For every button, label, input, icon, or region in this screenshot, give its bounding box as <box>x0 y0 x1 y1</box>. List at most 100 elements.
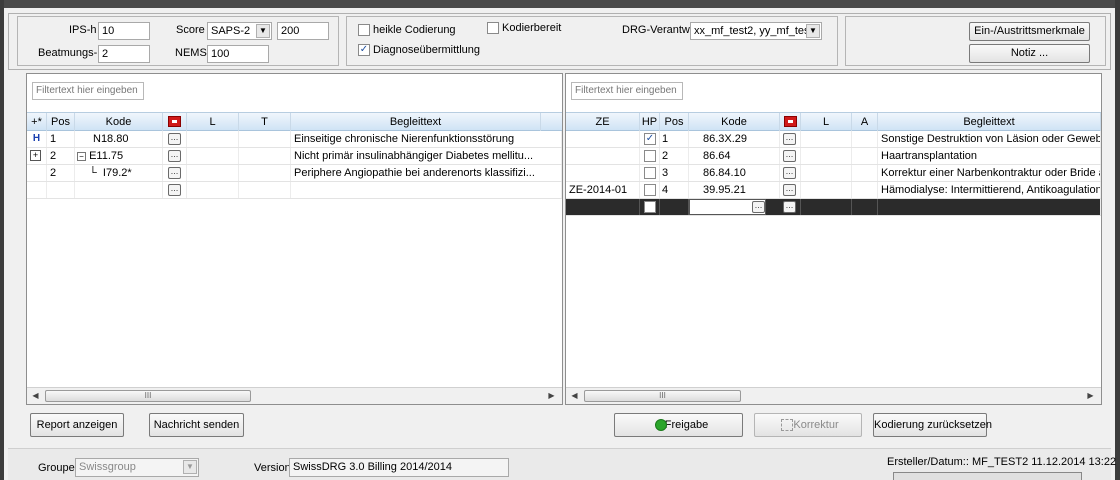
row-l[interactable] <box>187 148 239 164</box>
scroll-right-icon[interactable]: ▶ <box>543 388 560 404</box>
more-icon[interactable]: … <box>783 167 796 179</box>
table-row[interactable]: 2 86.64 … Haartransplantation <box>566 148 1101 165</box>
row-a[interactable] <box>852 131 878 147</box>
report-button[interactable]: Report anzeigen <box>30 413 124 437</box>
row-hp-cell <box>640 199 660 215</box>
scroll-left-icon[interactable]: ◀ <box>566 388 583 404</box>
diagnoses-grid: Filtertext hier eingeben +* Pos Kode L T… <box>26 73 563 405</box>
austrittsmerkmale-button[interactable]: Ein-/Austrittsmerkmale <box>969 22 1090 41</box>
table-row-new-selected[interactable]: … … <box>566 199 1101 216</box>
row-l[interactable] <box>801 131 852 147</box>
right-grid-header: ZE HP Pos Kode L A Begleittext <box>566 112 1101 131</box>
col-l[interactable]: L <box>801 113 852 131</box>
table-row[interactable]: ZE-2014-01 4 39.95.21 … Hämodialyse: Int… <box>566 182 1101 199</box>
row-t[interactable] <box>239 182 291 198</box>
window-frame-left <box>0 0 4 480</box>
row-ze[interactable] <box>566 199 640 215</box>
more-icon[interactable]: … <box>783 184 796 196</box>
scroll-left-icon[interactable]: ◀ <box>27 388 44 404</box>
col-pos[interactable]: Pos <box>47 113 75 131</box>
right-horizontal-scrollbar[interactable]: ◀ III ▶ <box>566 387 1101 404</box>
score-value-input[interactable]: 200 <box>277 22 329 40</box>
row-hp-cell <box>640 165 660 181</box>
drg-select[interactable]: xx_mf_test2, yy_mf_test2 ▼ <box>690 22 822 40</box>
more-icon[interactable]: … <box>168 133 181 145</box>
more-icon[interactable]: … <box>168 167 181 179</box>
row-t[interactable] <box>239 165 291 181</box>
more-icon[interactable]: … <box>783 201 796 213</box>
row-l[interactable] <box>801 199 852 215</box>
row-begleittext[interactable] <box>878 199 1101 215</box>
nachricht-button[interactable]: Nachricht senden <box>149 413 244 437</box>
korrektur-label: Korrektur <box>793 419 839 431</box>
left-horizontal-scrollbar[interactable]: ◀ III ▶ <box>27 387 562 404</box>
table-row[interactable]: ✓ 1 86.3X.29 … Sonstige Destruktion von … <box>566 131 1101 148</box>
row-l[interactable] <box>801 165 852 181</box>
row-l[interactable] <box>187 182 239 198</box>
row-l[interactable] <box>187 131 239 147</box>
kode-edit-input[interactable]: … <box>689 199 766 215</box>
col-kode[interactable]: Kode <box>75 113 163 131</box>
row-l[interactable] <box>187 165 239 181</box>
row-begleittext: Korrektur einer Narbenkontraktur oder Br… <box>878 165 1101 181</box>
expand-icon[interactable]: + <box>30 150 41 161</box>
scroll-thumb[interactable]: III <box>45 390 251 402</box>
hp-checkbox[interactable] <box>644 167 656 179</box>
nems-input[interactable]: 100 <box>207 45 269 63</box>
left-filter-input[interactable]: Filtertext hier eingeben <box>32 82 144 100</box>
more-icon[interactable]: … <box>168 184 181 196</box>
freigabe-button[interactable]: Freigabe <box>614 413 743 437</box>
chevron-down-icon[interactable]: ▼ <box>806 24 820 38</box>
notiz-button[interactable]: Notiz ... <box>969 44 1090 63</box>
table-row[interactable]: 3 86.84.10 … Korrektur einer Narbenkontr… <box>566 165 1101 182</box>
more-icon[interactable]: … <box>783 133 796 145</box>
col-pos[interactable]: Pos <box>660 113 689 131</box>
col-l[interactable]: L <box>187 113 239 131</box>
col-kode[interactable]: Kode <box>689 113 780 131</box>
row-t[interactable] <box>239 148 291 164</box>
row-l[interactable] <box>801 182 852 198</box>
hp-checkbox[interactable] <box>644 150 656 162</box>
col-icon[interactable] <box>163 113 187 131</box>
col-hp[interactable]: HP <box>640 113 660 131</box>
scroll-right-icon[interactable]: ▶ <box>1082 388 1099 404</box>
chevron-down-icon[interactable]: ▼ <box>256 24 270 38</box>
col-begleittext[interactable]: Begleittext <box>291 113 541 131</box>
row-a[interactable] <box>852 165 878 181</box>
table-row[interactable]: H 1 N18.80 … Einseitige chronische Niere… <box>27 131 562 148</box>
row-kode[interactable] <box>75 182 163 198</box>
col-marker[interactable]: +* <box>27 113 47 131</box>
more-icon[interactable]: … <box>752 201 765 213</box>
more-icon[interactable]: … <box>783 150 796 162</box>
right-filter-input[interactable]: Filtertext hier eingeben <box>571 82 683 100</box>
ips-input[interactable]: 10 <box>98 22 150 40</box>
row-a[interactable] <box>852 148 878 164</box>
row-a[interactable] <box>852 199 878 215</box>
diagnose-checkbox[interactable]: ✓ <box>358 44 370 56</box>
col-begleittext[interactable]: Begleittext <box>878 113 1101 131</box>
table-row-new[interactable]: … <box>27 182 562 199</box>
table-row[interactable]: 2 └ I79.2* … Periphere Angiopathie bei a… <box>27 165 562 182</box>
beatmungs-input[interactable]: 2 <box>98 45 150 63</box>
zuruecksetzen-button[interactable]: Kodierung zurücksetzen <box>873 413 992 437</box>
hp-checkbox[interactable] <box>644 184 656 196</box>
table-row[interactable]: + 2 − E11.75 … Nicht primär insulinabhän… <box>27 148 562 165</box>
row-t[interactable] <box>239 131 291 147</box>
row-l[interactable] <box>801 148 852 164</box>
scroll-thumb[interactable]: III <box>584 390 741 402</box>
col-ze[interactable]: ZE <box>566 113 640 131</box>
drg-label: DRG-Verantw. <box>622 24 693 36</box>
more-icon[interactable]: … <box>168 150 181 162</box>
row-icon-cell: … <box>163 131 187 147</box>
col-icon[interactable] <box>780 113 801 131</box>
grouper-select: Swissgroup ▼ <box>75 458 199 477</box>
score-select[interactable]: SAPS-2 ▼ <box>207 22 272 40</box>
heikle-checkbox[interactable] <box>358 24 370 36</box>
hp-checkbox[interactable]: ✓ <box>644 133 656 145</box>
col-a[interactable]: A <box>852 113 878 131</box>
collapse-icon[interactable]: − <box>77 151 86 161</box>
col-t[interactable]: T <box>239 113 291 131</box>
kodierbereit-checkbox[interactable] <box>487 22 499 34</box>
row-a[interactable] <box>852 182 878 198</box>
hp-checkbox[interactable] <box>644 201 656 213</box>
